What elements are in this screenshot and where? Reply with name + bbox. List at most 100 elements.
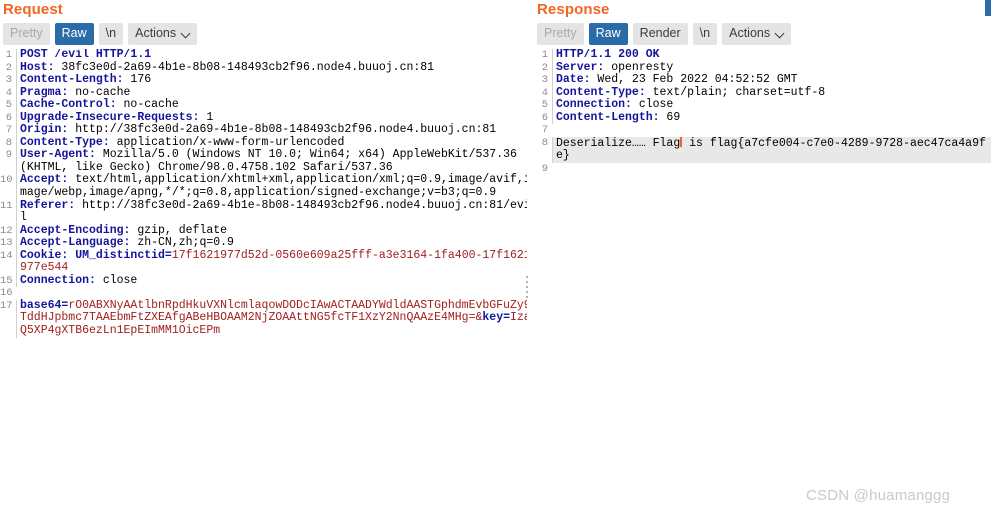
line-content: Content-Length: 69 <box>552 111 991 125</box>
line-number: 6 <box>541 111 548 124</box>
burp-repeater-window: Request Pretty Raw \n Actions 1 POST /evi… <box>0 0 991 516</box>
line-number: 14 <box>0 249 13 262</box>
code-token: Origin: <box>20 123 76 137</box>
code-token: 176 <box>130 73 152 87</box>
code-token: text/html,application/xhtml+xml,applicat… <box>20 173 531 200</box>
editor-line: 14 Cookie: UM_distinctid=17f1621977d52d-0… <box>0 248 534 275</box>
editor-line: 8 Deserialize…… Flag is flag{a7cfe004-c7e… <box>534 136 991 163</box>
code-token: http://38fc3e0d-2a69-4b1e-8b08-148493cb2… <box>20 198 531 225</box>
code-token: Connection: <box>556 98 639 112</box>
code-token: Accept-Encoding: <box>20 223 138 237</box>
line-number: 7 <box>5 124 12 137</box>
window-scrollbar[interactable] <box>985 0 991 516</box>
line-number: 10 <box>0 174 13 187</box>
request-panel: Request Pretty Raw \n Actions 1 POST /evi… <box>0 0 534 516</box>
code-token: Cache-Control: <box>20 98 124 112</box>
response-actions-button[interactable]: Actions <box>722 23 792 45</box>
request-panel-title: Request <box>3 1 63 18</box>
code-token: gzip, deflate <box>137 223 228 237</box>
request-toolbar: Pretty Raw \n Actions <box>0 20 534 46</box>
code-token: UM_distinctid= <box>75 248 172 262</box>
panel-divider[interactable] <box>527 0 534 516</box>
window-scrollbar-thumb[interactable] <box>985 0 991 16</box>
code-token: Date: <box>556 73 598 87</box>
line-content: Cookie: UM_distinctid=17f1621977d52d-056… <box>16 248 534 275</box>
response-newline-button[interactable]: \n <box>692 23 718 45</box>
line-number: 2 <box>5 61 12 74</box>
code-token: zh-CN,zh;q=0.9 <box>137 236 234 250</box>
code-token: Accept-Language: <box>20 236 138 250</box>
line-content: User-Agent: Mozilla/5.0 (Windows NT 10.0… <box>16 148 534 175</box>
response-editor[interactable]: 1 HTTP/1.1 200 OK 2 Server: openresty 3 Date:… <box>534 49 991 514</box>
line-number: 16 <box>0 287 13 300</box>
editor-line: 10 Accept: text/html,application/xhtml+xm… <box>0 173 534 200</box>
line-number: 7 <box>541 124 548 137</box>
line-number: 6 <box>5 111 12 124</box>
request-pretty-button[interactable]: Pretty <box>3 23 50 45</box>
code-token: Accept: <box>20 173 76 187</box>
code-token: Content-Type: <box>20 135 117 149</box>
editor-line: 11 Referer: http://38fc3e0d-2a69-4b1e-8b0… <box>0 198 534 225</box>
editor-line: 6 Content-Length: 69 <box>534 111 991 125</box>
line-number: 12 <box>0 224 13 237</box>
code-token: Deserialize…… Flag <box>556 136 681 150</box>
chevron-down-icon <box>776 29 785 38</box>
line-content: Accept: text/html,application/xhtml+xml,… <box>16 173 534 200</box>
code-token: no-cache <box>123 98 179 112</box>
line-number: 8 <box>5 136 12 149</box>
response-panel: Response Pretty Raw Render \n Actions 1H… <box>534 0 991 516</box>
response-raw-button[interactable]: Raw <box>588 23 628 45</box>
request-newline-button[interactable]: \n <box>98 23 124 45</box>
response-render-button[interactable]: Render <box>632 23 688 45</box>
response-actions-label: Actions <box>729 26 771 40</box>
line-number: 1 <box>541 49 548 61</box>
editor-line: 9 User-Agent: Mozilla/5.0 (Windows NT 10.… <box>0 148 534 175</box>
code-token: Content-Length: <box>20 73 131 87</box>
code-token: key= <box>482 311 510 325</box>
editor-line: 15 Connection: close <box>0 273 534 288</box>
code-token: Server: <box>556 60 612 74</box>
response-toolbar: Pretty Raw Render \n Actions <box>534 20 991 46</box>
line-number: 5 <box>5 99 12 112</box>
code-token: POST /evil HTTP/1.1 <box>20 49 152 61</box>
code-token: Referer: <box>20 198 83 212</box>
line-number: 3 <box>5 74 12 87</box>
line-number: 15 <box>0 274 13 287</box>
line-number: 8 <box>541 136 548 149</box>
code-token: rO0ABXNyAAtlbnRpdHkuVXNlcmlaqowDODcIAwAC… <box>20 298 531 325</box>
line-number: 9 <box>541 162 548 175</box>
request-raw-button[interactable]: Raw <box>54 23 94 45</box>
code-token: http://38fc3e0d-2a69-4b1e-8b08-148493cb2… <box>75 123 497 137</box>
code-token: Cookie: <box>20 248 76 262</box>
code-token: User-Agent: <box>20 148 103 162</box>
request-actions-button[interactable]: Actions <box>128 23 198 45</box>
response-panel-title: Response <box>537 1 610 18</box>
request-actions-label: Actions <box>135 26 177 40</box>
line-number: 17 <box>0 299 13 312</box>
code-token: base64= <box>20 298 69 312</box>
line-number: 9 <box>5 149 12 162</box>
line-number: 4 <box>5 86 12 99</box>
line-number: 13 <box>0 237 13 250</box>
code-token: HTTP/1.1 200 OK <box>556 49 660 61</box>
line-number: 5 <box>541 99 548 112</box>
editor-line: 9 <box>534 163 991 176</box>
code-token: Content-Type: <box>556 85 653 99</box>
line-number: 3 <box>541 74 548 87</box>
code-token: 38fc3e0d-2a69-4b1e-8b08-148493cb2f96.nod… <box>61 60 435 74</box>
editor-line: 17 base64=rO0ABXNyAAtlbnRpdHkuVXNlcmlaqow… <box>0 298 534 338</box>
line-number: 2 <box>541 61 548 74</box>
chevron-down-icon <box>182 29 191 38</box>
request-editor[interactable]: 1 POST /evil HTTP/1.1 2 Host: 38fc3e0d-2a69… <box>0 49 534 514</box>
code-token: application/x-www-form-urlencoded <box>116 135 345 149</box>
response-pretty-button[interactable]: Pretty <box>537 23 584 45</box>
line-number: 1 <box>5 49 12 61</box>
line-number: 4 <box>541 86 548 99</box>
code-token: no-cache <box>75 85 131 99</box>
code-token: 1 <box>206 110 214 124</box>
code-token: close <box>638 98 674 112</box>
panel-divider-grip[interactable] <box>525 276 529 298</box>
code-token: Wed, 23 Feb 2022 04:52:52 GMT <box>597 73 798 87</box>
code-token: close <box>102 273 138 287</box>
line-number: 11 <box>0 199 13 212</box>
